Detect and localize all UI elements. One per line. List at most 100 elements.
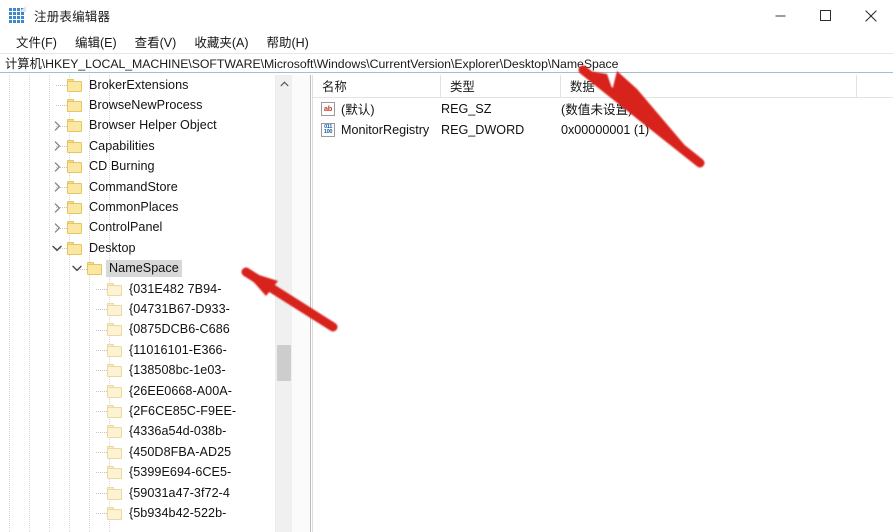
tree-item-label: Capabilities xyxy=(89,138,155,153)
chevron-right-icon[interactable] xyxy=(49,157,65,177)
tree-item-label: {5399E694-6CE5- xyxy=(129,465,232,480)
folder-icon xyxy=(67,180,82,194)
column-header-type[interactable]: 类型 xyxy=(441,75,561,97)
menu-view[interactable]: 查看(V) xyxy=(126,31,186,53)
folder-icon xyxy=(107,384,122,398)
string-value-icon: ab xyxy=(321,101,335,116)
menu-file[interactable]: 文件(F) xyxy=(7,31,66,53)
folder-icon xyxy=(107,302,122,316)
folder-icon xyxy=(67,78,82,92)
tree-connector-line xyxy=(56,105,67,107)
tree-item-browser-helper-object[interactable]: Browser Helper Object xyxy=(0,116,292,136)
chevron-right-icon[interactable] xyxy=(49,218,65,238)
tree-item-04731b67-d933[interactable]: {04731B67-D933- xyxy=(0,299,292,319)
tree-item-label: CD Burning xyxy=(89,159,155,174)
tree-item-0875dcb6-c686[interactable]: {0875DCB6-C686 xyxy=(0,320,292,340)
tree-item-label: CommonPlaces xyxy=(89,200,179,215)
tree-item-26ee0668-a00a[interactable]: {26EE0668-A00A- xyxy=(0,381,292,401)
pane-splitter[interactable] xyxy=(292,75,311,532)
folder-icon xyxy=(67,160,82,174)
registry-editor-icon xyxy=(9,6,26,24)
folder-icon xyxy=(67,241,82,255)
registry-editor-window: 注册表编辑器 文件(F) 编辑(E) 查看(V) 收藏夹(A) 帮助(H) 计算… xyxy=(0,0,893,532)
window-title: 注册表编辑器 xyxy=(34,10,111,24)
tree-connector-line xyxy=(96,431,107,433)
folder-icon xyxy=(107,486,122,500)
tree-item-browsenewprocess[interactable]: BrowseNewProcess xyxy=(0,95,292,115)
tree-item-label: {5b934b42-522b- xyxy=(129,505,227,520)
values-list[interactable]: ab (默认) REG_SZ (数值未设置) 011 100 MonitorRegistry… xyxy=(313,98,893,141)
value-name-cell: (默认) xyxy=(341,103,375,118)
tree-item-label: BrokerExtensions xyxy=(89,77,189,92)
tree-item-450d8fba-ad25[interactable]: {450D8FBA-AD25 xyxy=(0,442,292,462)
value-row[interactable]: 011 100 MonitorRegistry REG_DWORD 0x00000001… xyxy=(313,120,893,142)
tree-item-59031a47-3f72-4[interactable]: {59031a47-3f72-4 xyxy=(0,483,292,503)
tree-item-5399e694-6ce5[interactable]: {5399E694-6CE5- xyxy=(0,462,292,482)
tree-item-label: {26EE0668-A00A- xyxy=(129,383,232,398)
tree-item-cd-burning[interactable]: CD Burning xyxy=(0,157,292,177)
tree-item-label: {138508bc-1e03- xyxy=(129,363,226,378)
tree-scrollbar-thumb[interactable] xyxy=(277,345,291,381)
tree-connector-line xyxy=(96,309,107,311)
menu-bar: 文件(F) 编辑(E) 查看(V) 收藏夹(A) 帮助(H) xyxy=(0,31,893,53)
address-bar[interactable]: 计算机\HKEY_LOCAL_MACHINE\SOFTWARE\Microsof… xyxy=(0,53,893,73)
dword-value-icon: 011 100 xyxy=(321,123,335,138)
registry-tree[interactable]: BrokerExtensions BrowseNewProcess Browser … xyxy=(0,75,292,524)
tree-item-brokerextensions[interactable]: BrokerExtensions xyxy=(0,75,292,95)
tree-connector-line xyxy=(96,350,107,352)
folder-icon xyxy=(107,445,122,459)
value-row[interactable]: ab (默认) REG_SZ (数值未设置) xyxy=(313,98,893,120)
tree-item-label: {04731B67-D933- xyxy=(129,301,230,316)
tree-item-controlpanel[interactable]: ControlPanel xyxy=(0,218,292,238)
chevron-down-icon[interactable] xyxy=(49,238,65,258)
chevron-right-icon[interactable] xyxy=(49,116,65,136)
column-header-data[interactable]: 数据 xyxy=(561,75,857,97)
menu-favorites[interactable]: 收藏夹(A) xyxy=(185,31,257,53)
tree-item-commonplaces[interactable]: CommonPlaces xyxy=(0,197,292,217)
tree-connector-line xyxy=(96,472,107,474)
tree-item-desktop[interactable]: Desktop xyxy=(0,238,292,258)
tree-item-4336a54d-038b[interactable]: {4336a54d-038b- xyxy=(0,422,292,442)
value-data-cell: 0x00000001 (1) xyxy=(561,123,650,138)
scroll-up-arrow-icon[interactable] xyxy=(276,75,292,92)
chevron-right-icon[interactable] xyxy=(49,198,65,218)
minimize-button[interactable] xyxy=(758,0,803,31)
tree-item-commandstore[interactable]: CommandStore xyxy=(0,177,292,197)
tree-connector-line xyxy=(56,85,67,86)
close-button[interactable] xyxy=(848,0,893,31)
tree-item-5b934b42-522b[interactable]: {5b934b42-522b- xyxy=(0,503,292,523)
menu-help[interactable]: 帮助(H) xyxy=(257,31,317,53)
window-controls xyxy=(758,0,893,31)
tree-connector-line xyxy=(96,452,107,454)
tree-item-namespace[interactable]: NameSpace xyxy=(0,259,292,279)
tree-connector-line xyxy=(96,411,107,413)
tree-item-label: {11016101-E366- xyxy=(129,342,227,357)
chevron-right-icon[interactable] xyxy=(49,136,65,156)
chevron-right-icon[interactable] xyxy=(49,177,65,197)
tree-item-label: {59031a47-3f72-4 xyxy=(129,485,230,500)
tree-scrollbar[interactable] xyxy=(275,75,292,532)
tree-item-capabilities[interactable]: Capabilities xyxy=(0,136,292,156)
tree-item-2f6ce85c-f9ee[interactable]: {2F6CE85C-F9EE- xyxy=(0,401,292,421)
value-name-cell: MonitorRegistry xyxy=(341,123,430,138)
folder-icon xyxy=(107,323,122,337)
values-column-header: 名称 类型 数据 xyxy=(313,75,893,98)
value-type-cell: REG_SZ xyxy=(441,101,492,116)
folder-icon xyxy=(87,262,102,276)
tree-item-11016101-e366[interactable]: {11016101-E366- xyxy=(0,340,292,360)
folder-icon xyxy=(107,282,122,296)
tree-item-label: {2F6CE85C-F9EE- xyxy=(129,403,237,418)
chevron-down-icon[interactable] xyxy=(69,259,85,279)
folder-icon xyxy=(67,119,82,133)
column-header-name[interactable]: 名称 xyxy=(313,75,441,97)
registry-values-pane: 名称 类型 数据 ab (默认) REG_SZ (数值未设置) 011 100 Monito… xyxy=(312,75,893,532)
tree-item-label: {4336a54d-038b- xyxy=(129,424,227,439)
tree-connector-line xyxy=(96,329,107,331)
maximize-button[interactable] xyxy=(803,0,848,31)
tree-item-label: {450D8FBA-AD25 xyxy=(129,444,232,459)
tree-connector-line xyxy=(96,370,107,372)
tree-item-138508bc-1e03[interactable]: {138508bc-1e03- xyxy=(0,360,292,380)
folder-icon xyxy=(107,466,122,480)
tree-item-031e482[interactable]: {031E482 7B94- xyxy=(0,279,292,299)
menu-edit[interactable]: 编辑(E) xyxy=(66,31,126,53)
